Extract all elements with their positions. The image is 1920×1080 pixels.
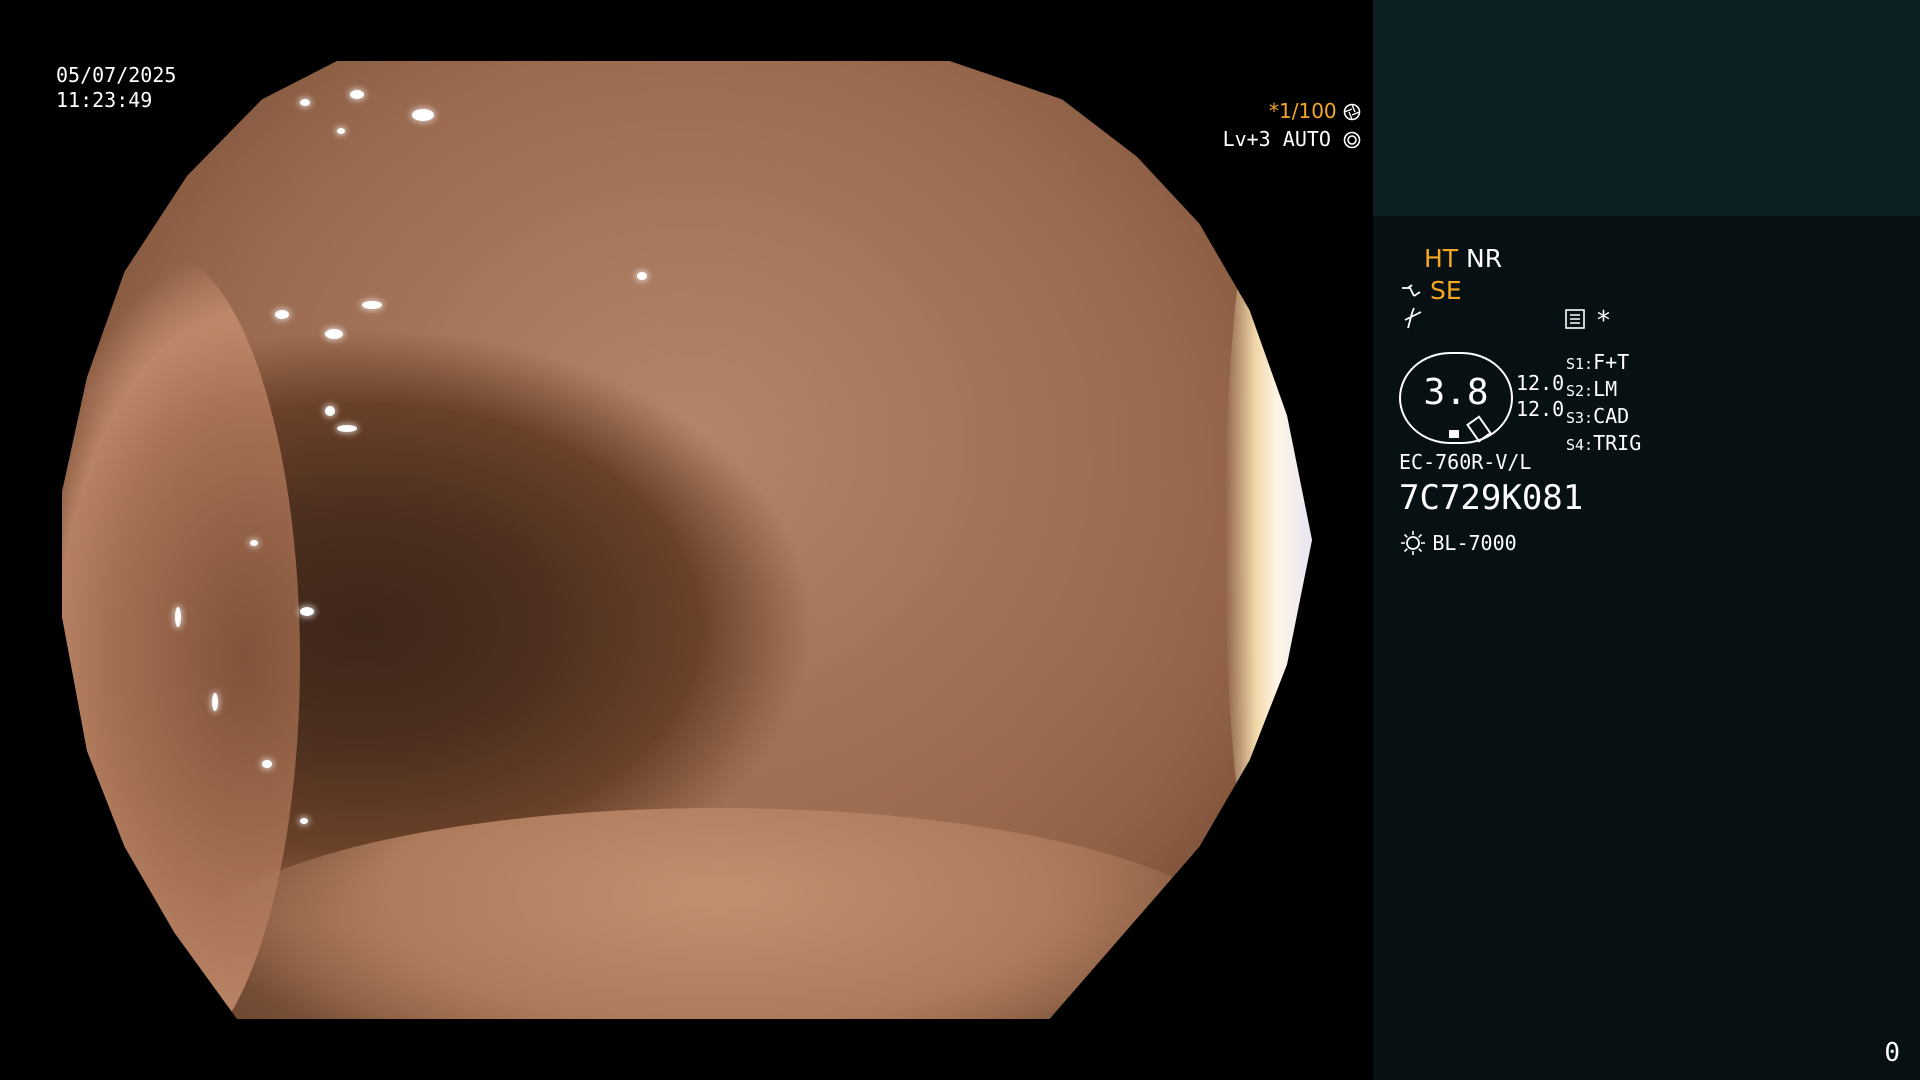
switch-row-1: S1:F+T <box>1566 350 1641 377</box>
asterisk-indicator: * <box>1597 306 1610 336</box>
curve-icon <box>1402 306 1424 334</box>
aperture-icon <box>1343 99 1361 123</box>
specular-highlight <box>249 80 262 89</box>
time-text: 11:23:49 <box>56 88 153 112</box>
auto-text: AUTO <box>1282 127 1331 151</box>
mode-ht: HT <box>1424 244 1459 273</box>
shutter-readout: *1/100 <box>1225 99 1361 124</box>
menu-icon <box>1564 308 1586 334</box>
specular-highlight <box>249 540 258 546</box>
switch-value: LM <box>1593 377 1618 401</box>
scope-serial: 7C729K081 <box>1399 478 1584 518</box>
level-text: Lv+3 <box>1222 127 1271 151</box>
mucosal-fold-bottom <box>187 808 1250 1019</box>
light-glare <box>1224 175 1312 905</box>
specular-highlight <box>324 405 335 416</box>
zoom-indicator: 3.8 <box>1399 352 1513 444</box>
switch-value: F+T <box>1593 350 1630 374</box>
specular-highlight <box>174 607 181 628</box>
params-column: 12.0 12.0 <box>1516 370 1564 422</box>
specular-highlight <box>299 99 310 107</box>
param-a: 12.0 <box>1516 371 1565 395</box>
switch-key: S3: <box>1566 409 1594 427</box>
switch-key: S1: <box>1566 355 1594 373</box>
switch-value: CAD <box>1593 404 1630 428</box>
date-text: 05/07/2025 <box>56 63 177 87</box>
brightness-readout: Lv+3 AUTO <box>1180 127 1361 152</box>
frame-counter: 0 <box>1884 1038 1900 1068</box>
panel-header-area <box>1373 0 1920 216</box>
switch-key: S4: <box>1566 436 1594 454</box>
specular-highlight <box>337 425 357 433</box>
specular-highlight <box>349 89 364 99</box>
mode-se: SE <box>1429 276 1462 305</box>
switch-row-2: S2:LM <box>1566 377 1641 404</box>
structure-enhance-row: SE <box>1400 276 1462 305</box>
switch-key: S2: <box>1566 382 1594 400</box>
endoscope-image <box>62 61 1312 1019</box>
switch-list: S1:F+T S2:LM S3:CAD S4:TRIG <box>1566 350 1641 458</box>
switch-row-3: S3:CAD <box>1566 404 1641 431</box>
specular-highlight <box>337 128 345 135</box>
specular-highlight <box>362 300 382 309</box>
light-source-icon <box>1400 531 1432 555</box>
specular-highlight <box>324 329 343 340</box>
switch-row-4: S4:TRIG <box>1566 431 1641 458</box>
light-source-row: BL-7000 <box>1400 530 1517 556</box>
iris-icon <box>1343 127 1361 151</box>
specular-highlight <box>299 607 314 617</box>
zoom-marker <box>1449 430 1459 438</box>
specular-highlight <box>299 817 308 824</box>
mode-indicators: HT NR <box>1424 244 1502 273</box>
specular-highlight <box>412 108 434 121</box>
timestamp: 05/07/2025 11:23:49 <box>56 63 176 113</box>
light-source-text: BL-7000 <box>1432 531 1517 555</box>
param-b: 12.0 <box>1516 397 1565 421</box>
specular-highlight <box>637 271 647 280</box>
switch-value: TRIG <box>1593 431 1642 455</box>
scope-tip-icon <box>1400 276 1430 305</box>
specular-highlight <box>274 310 289 320</box>
scope-model: EC-760R-V/L <box>1399 450 1532 474</box>
zoom-value: 3.8 <box>1423 372 1489 413</box>
endoscope-view: 05/07/2025 11:23:49 *1/100 Lv+3 AUTO <box>0 0 1373 1080</box>
shutter-text: *1/100 <box>1269 99 1337 123</box>
mode-nr: NR <box>1466 244 1503 273</box>
